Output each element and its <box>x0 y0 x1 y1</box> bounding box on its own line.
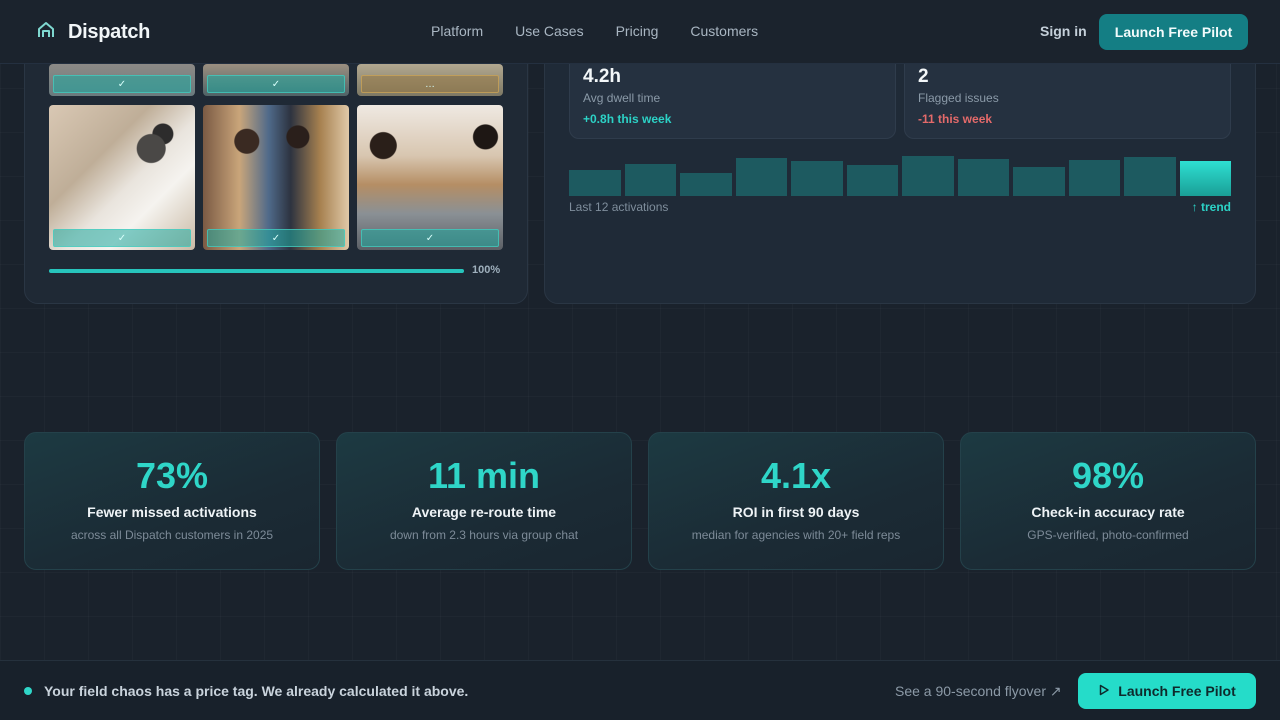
metric-value: 2 <box>918 66 929 87</box>
stat-subtitle: median for agencies with 20+ field reps <box>691 528 901 542</box>
activation-bar <box>902 156 954 196</box>
photo-thumbnail[interactable]: … <box>357 64 503 96</box>
metric-value: 4.2h <box>583 66 622 87</box>
verified-badge: ✓ <box>207 229 345 247</box>
stat-value: 98% <box>1071 455 1145 496</box>
status-dot-icon <box>24 687 32 695</box>
nav-link-platform[interactable]: Platform <box>431 23 483 39</box>
stat-subtitle: GPS-verified, photo-confirmed <box>1027 528 1189 542</box>
upload-progress-fill <box>49 269 464 273</box>
stat-title: Average re-route time <box>411 504 557 520</box>
launch-pilot-button[interactable]: Launch Free Pilot <box>1099 14 1248 50</box>
activation-bar <box>791 161 843 196</box>
activation-bar <box>846 165 898 196</box>
stat-title: Check-in accuracy rate <box>1031 504 1185 520</box>
activation-bar <box>1068 160 1120 196</box>
stat-subtitle: down from 2.3 hours via group chat <box>389 528 579 542</box>
photo-thumbnail[interactable]: ✓ <box>49 64 195 96</box>
stat-value: 73% <box>135 455 209 496</box>
metric-label: Avg dwell time <box>583 91 661 105</box>
pending-badge: … <box>361 75 499 93</box>
home-icon <box>36 20 56 45</box>
launch-pilot-button-bottom[interactable]: Launch Free Pilot <box>1078 673 1256 709</box>
stat-card-checkin-accuracy: 98% Check-in accuracy rate GPS-verified,… <box>960 432 1256 570</box>
photo-thumbnail[interactable]: ✓ <box>203 105 349 250</box>
nav-link-pricing[interactable]: Pricing <box>616 23 659 39</box>
cta-message: Your field chaos has a price tag. We alr… <box>44 683 469 699</box>
activation-bar <box>735 158 787 196</box>
stat-title: Fewer missed activations <box>87 504 257 520</box>
brand-name: Dispatch <box>68 21 151 43</box>
verified-badge: ✓ <box>361 229 499 247</box>
nav-links: Platform Use Cases Pricing Customers <box>431 23 758 39</box>
nav-link-customers[interactable]: Customers <box>690 23 758 39</box>
sign-in-link[interactable]: Sign in <box>1040 23 1087 39</box>
stat-card-missed-activations: 73% Fewer missed activations across all … <box>24 432 320 570</box>
upload-progress-label: 100% <box>472 264 501 276</box>
verified-badge: ✓ <box>53 229 191 247</box>
stat-subtitle: across all Dispatch customers in 2025 <box>70 528 274 542</box>
activation-bar <box>624 164 676 196</box>
verified-badge: ✓ <box>53 75 191 93</box>
metric-delta: +0.8h this week <box>583 112 672 126</box>
stat-value: 4.1x <box>760 455 832 496</box>
metric-label: Flagged issues <box>918 91 999 105</box>
photo-thumbnail[interactable]: ✓ <box>203 64 349 96</box>
activation-bar <box>680 173 732 196</box>
activation-bar <box>1124 157 1176 196</box>
trend-indicator: ↑ trend <box>1191 200 1231 214</box>
launch-pilot-label: Launch Free Pilot <box>1118 683 1236 699</box>
top-nav: Dispatch Platform Use Cases Pricing Cust… <box>0 0 1280 64</box>
activation-bar <box>569 170 621 196</box>
flyover-video-link[interactable]: See a 90-second flyover ↗ <box>895 683 1062 700</box>
brand-logo[interactable]: Dispatch <box>36 20 150 45</box>
photo-thumbnail[interactable]: ✓ <box>357 105 503 250</box>
activation-bar <box>957 159 1009 196</box>
activation-bar <box>1013 167 1065 196</box>
play-icon <box>1098 683 1110 699</box>
nav-link-use-cases[interactable]: Use Cases <box>515 23 583 39</box>
stat-card-reroute-time: 11 min Average re-route time down from 2… <box>336 432 632 570</box>
activations-label: Last 12 activations <box>569 200 669 214</box>
activations-bar-chart <box>569 150 1231 196</box>
verified-badge: ✓ <box>207 75 345 93</box>
upload-progress-bar <box>49 269 464 273</box>
stat-value: 11 min <box>427 455 541 496</box>
activation-bar <box>1179 161 1231 196</box>
metric-delta: -11 this week <box>918 112 993 126</box>
stat-title: ROI in first 90 days <box>732 504 860 520</box>
photo-thumbnail[interactable]: ✓ <box>49 105 195 250</box>
sticky-cta-bar: Your field chaos has a price tag. We alr… <box>0 660 1280 720</box>
stat-card-roi: 4.1x ROI in first 90 days median for age… <box>648 432 944 570</box>
